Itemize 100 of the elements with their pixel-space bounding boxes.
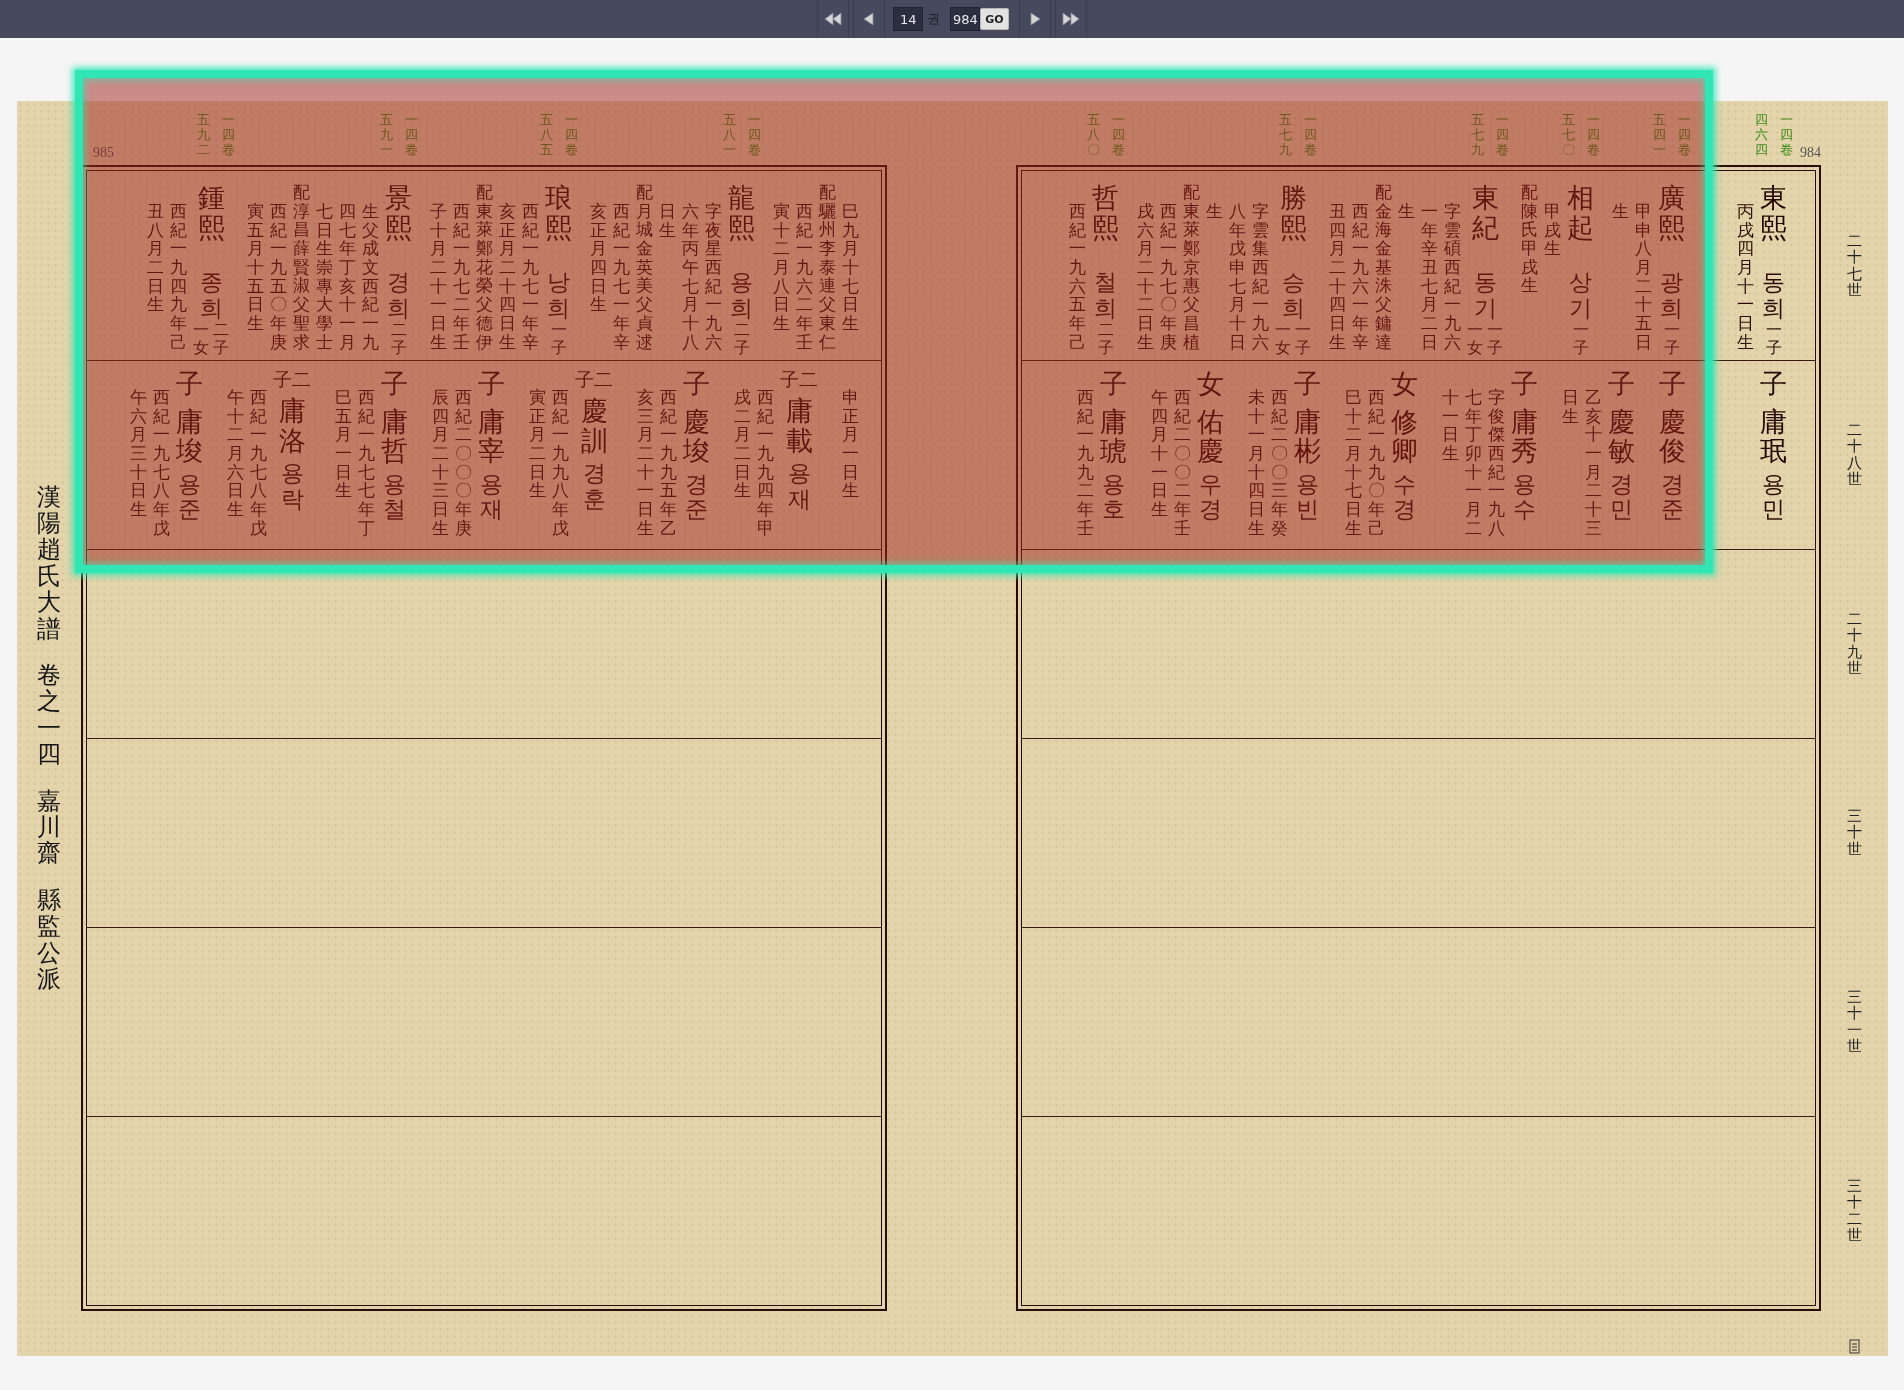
person-name: 庸秀 <box>1511 406 1538 467</box>
hangul-name: 동희 <box>1762 270 1785 321</box>
record-line: 西紀一九七七年丁 <box>358 388 375 538</box>
spouse-line: 配陳氏甲戌生 <box>1521 183 1538 296</box>
spouse-line: 丑四月二十四日生 <box>1329 202 1346 352</box>
double-left-arrow-icon <box>823 12 844 26</box>
relation-mark: 子二 <box>273 369 311 390</box>
hangul-name: 용준 <box>178 472 201 523</box>
hangul-name: 경준 <box>685 472 708 523</box>
person-name: 東紀 <box>1471 183 1499 243</box>
hangul-name: 수경 <box>1393 472 1416 523</box>
relation-mark: 女 <box>1391 369 1418 399</box>
book-title: 縣監公派 <box>37 886 61 993</box>
record-line: 西紀一九九〇年己 <box>1368 388 1385 538</box>
person-name: 東熙 <box>1760 183 1787 243</box>
person-name: 景熙 <box>385 183 412 243</box>
spouse-line: 配東萊鄭京惠父昌植 <box>1183 183 1200 352</box>
person-name: 庸埈 <box>176 406 203 467</box>
person-name: 龍熙 <box>728 183 755 243</box>
double-right-arrow-icon <box>1060 12 1081 26</box>
hangul-name: 낭희 <box>547 270 570 321</box>
hangul-name: 종희 <box>199 270 223 321</box>
spouse-line: 西紀一九七〇年庚 <box>1160 202 1177 352</box>
first-page-button[interactable] <box>817 0 850 38</box>
person-name: 慶俊 <box>1659 406 1686 467</box>
issue-note: 一子 <box>1572 320 1589 357</box>
record-line: 字俊傑西紀一九八 <box>1488 388 1505 538</box>
generation-label: 二十八世 <box>1847 421 1862 488</box>
last-page-button[interactable] <box>1054 0 1087 38</box>
hangul-name: 경준 <box>1661 472 1684 523</box>
issue-note: 二子 <box>213 320 229 357</box>
person-name: 慶埈 <box>683 406 710 467</box>
relation-mark: 子二 <box>780 369 818 390</box>
page-number: 985 <box>93 145 114 161</box>
spouse-line: 寅五月十五日生 <box>247 202 264 333</box>
person-name: 哲熙 <box>1092 183 1119 243</box>
relation-mark: 子 <box>1659 369 1686 399</box>
previous-page-button[interactable] <box>853 0 886 38</box>
record-line: 丙戌四月十一日生 <box>1737 202 1754 352</box>
generation-label: 三十一世 <box>1847 988 1862 1055</box>
hangul-name: 상기 <box>1569 270 1592 321</box>
number-field[interactable]: 984 <box>950 7 981 31</box>
person-name: 庸宰 <box>478 406 505 467</box>
next-page-button[interactable] <box>1018 0 1051 38</box>
hangul-name: 용민 <box>1762 472 1785 523</box>
record-line: 巳九月十七日生 <box>842 202 859 333</box>
person-name: 廣熙 <box>1658 183 1685 243</box>
issue-note: 一女 <box>1275 320 1291 357</box>
person-name: 相起 <box>1567 183 1594 243</box>
spouse-line: 西紀一九六二年壬 <box>796 202 813 352</box>
relation-mark: 子 <box>176 369 203 399</box>
hangul-name: 철희 <box>1094 270 1117 321</box>
generation-label: 三十世 <box>1847 807 1862 858</box>
number-field[interactable]: 14 <box>893 7 924 31</box>
record-line: 生父成文西紀一九 <box>362 202 379 352</box>
volume-number: 一四卷 <box>1780 113 1793 158</box>
record-line: 未十一月十四日生 <box>1248 388 1265 538</box>
record-line: 亥三月二十一日生 <box>637 388 654 538</box>
unit-label: 권 <box>927 10 941 28</box>
record-line: 西紀一九九二年壬 <box>1077 388 1094 538</box>
person-name: 勝熙 <box>1279 183 1307 243</box>
record-line: 申正月一日生 <box>842 388 859 501</box>
go-button[interactable]: GO <box>980 8 1009 30</box>
page-reference: 四六四 <box>1755 113 1768 158</box>
record-line: 字夜星西紀一九六 <box>705 202 722 352</box>
record-line: 日生 <box>1562 388 1579 426</box>
relation-mark: 子 <box>1608 369 1635 399</box>
page-reference: 五八五 <box>540 113 553 158</box>
relation-mark: 子二 <box>575 369 613 390</box>
record-line: 寅正月二日生 <box>529 388 546 501</box>
record-line: 字雲碩西紀一九六 <box>1444 202 1461 352</box>
spouse-line: 西紀一九六一年辛 <box>1352 202 1369 352</box>
person-name: 庸琥 <box>1100 406 1127 467</box>
hangul-name: 용철 <box>383 472 406 523</box>
page-number: 984 <box>1800 145 1821 161</box>
issue-note: 一子 <box>550 320 567 357</box>
record-line: 丑八月二日生 <box>147 202 164 315</box>
spouse-line: 西紀一九七一年辛 <box>613 202 630 352</box>
relation-mark: 子 <box>381 369 408 399</box>
record-line: 七年丁卯十一月二 <box>1465 388 1482 538</box>
generation-label: 二十九世 <box>1847 610 1862 677</box>
list-icon <box>1849 1339 1860 1354</box>
record-line: 甲申八月二十五日 <box>1635 202 1652 352</box>
record-line: 辰四月二十三日生 <box>432 388 449 538</box>
issue-note: 一子 <box>1487 320 1503 357</box>
hangul-name: 경훈 <box>582 461 606 512</box>
spouse-line: 西紀一九五〇年庚 <box>270 202 287 352</box>
record-line: 十一日生 <box>1442 388 1459 463</box>
hangul-name: 용빈 <box>1296 472 1319 523</box>
hangul-name: 용희 <box>730 270 753 321</box>
record-line: 西紀一九七一年辛 <box>522 202 539 352</box>
issue-note: 一子 <box>1663 320 1680 357</box>
hangul-name: 용재 <box>787 461 811 512</box>
record-line: 西紀一九四九年己 <box>170 202 187 352</box>
hangul-name: 승희 <box>1281 270 1305 321</box>
person-name: 慶訓 <box>580 395 608 456</box>
record-line: 生 <box>1398 202 1415 221</box>
spouse-line: 西紀一九七二年壬 <box>453 202 470 352</box>
spouse-line: 配月城金英美父貞逑 <box>636 183 653 352</box>
page-reference: 五九二 <box>197 113 210 158</box>
